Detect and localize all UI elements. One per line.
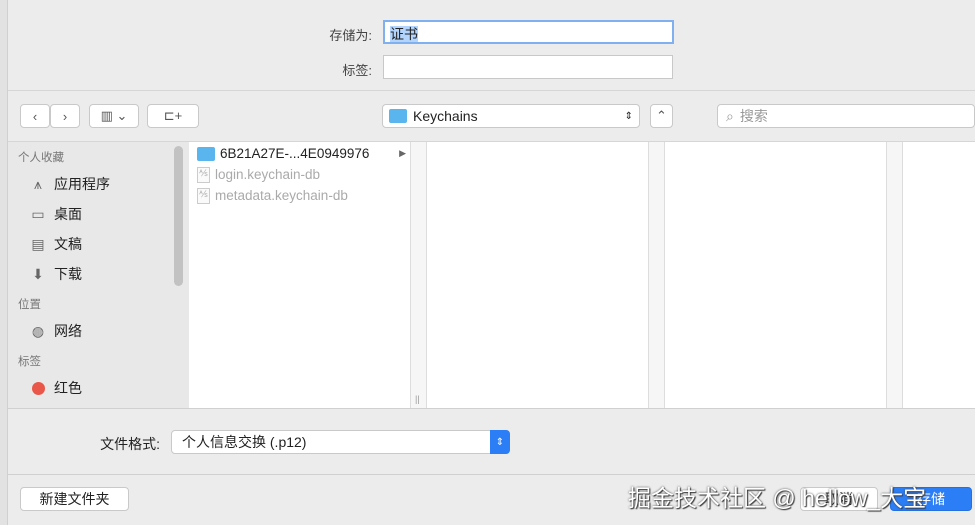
watermark: 掘金技术社区 @ hellow_大宝 [628,485,927,511]
file-name: login.keychain-db [215,167,321,182]
sidebar-item-downloads[interactable]: ⬇ 下载 [8,259,189,289]
save-as-input[interactable]: 证书 [383,20,674,44]
new-folder-button[interactable]: 新建文件夹 [20,487,129,511]
red-tag-icon [28,379,48,397]
file-name: 6B21A27E-...4E0949976 [220,146,370,161]
back-button[interactable]: ‹ [20,104,50,128]
folder-icon [197,146,215,161]
file-row[interactable]: 6B21A27E-...4E0949976 ▶ [189,143,410,164]
format-label: 文件格式: [100,436,160,452]
keychain-file-icon: ⅍ [197,187,210,204]
file-row: ⅍ metadata.keychain-db [189,185,410,206]
columns-icon: ▥ ⌄ [100,108,128,123]
file-name: metadata.keychain-db [215,188,348,203]
desktop-icon: ▭ [31,205,45,222]
save-as-label: 存储为: [329,28,372,43]
sidebar: 个人收藏 ⩚ 应用程序 ▭ 桌面 ▤ 文稿 ⬇ 下载 位置 ◍ 网络 标签 红色 [8,142,189,408]
sidebar-scrollbar[interactable] [174,146,183,286]
search-icon: ⌕ [726,107,734,124]
divider [8,90,975,91]
keychain-file-icon: ⅍ [197,166,210,183]
search-input[interactable]: ⌕ 搜索 [717,104,975,128]
divider [8,408,975,409]
forward-button[interactable]: › [50,104,80,128]
sidebar-item-applications[interactable]: ⩚ 应用程序 [8,169,189,199]
sidebar-item-label: 桌面 [54,206,82,222]
apps-icon: ⩚ [34,175,42,192]
sidebar-item-desktop[interactable]: ▭ 桌面 [8,199,189,229]
column-4 [903,142,975,408]
search-placeholder: 搜索 [739,108,768,124]
sidebar-item-label: 红色 [54,380,82,396]
location-label: Keychains [413,108,478,124]
column-resize-handle[interactable] [649,142,665,408]
sidebar-section-tags: 标签 [18,356,41,368]
column-resize-handle[interactable]: || [411,142,427,408]
column-resize-handle[interactable] [887,142,903,408]
tags-input[interactable] [383,55,673,79]
location-popup[interactable]: Keychains ⇕ [382,104,640,128]
column-1: 6B21A27E-...4E0949976 ▶ ⅍ login.keychain-d… [189,142,411,408]
new-folder-icon-button[interactable]: ⊏+ [147,104,199,128]
column-3 [665,142,887,408]
sidebar-item-label: 应用程序 [54,176,110,192]
divider [8,474,975,475]
updown-icon: ⇕ [624,110,633,122]
sidebar-section-favorites: 个人收藏 [18,152,64,164]
sidebar-item-label: 文稿 [54,236,82,252]
sidebar-item-network[interactable]: ◍ 网络 [8,316,189,346]
folder-icon [389,109,407,123]
downloads-icon: ⬇ [32,265,44,282]
sidebar-item-documents[interactable]: ▤ 文稿 [8,229,189,259]
new-folder-icon: ⊏+ [163,108,183,123]
collapse-button[interactable]: ⌃ [650,104,673,128]
updown-icon: ⇕ [490,430,510,454]
disclosure-arrow-icon: ▶ [399,148,406,158]
network-icon: ◍ [31,322,45,339]
format-value: 个人信息交换 (.p12) [182,434,307,450]
column-2 [427,142,649,408]
chevron-up-icon: ⌃ [656,108,667,123]
sidebar-item-label: 网络 [54,323,82,339]
sidebar-item-red[interactable]: 红色 [8,373,189,403]
file-row: ⅍ login.keychain-db [189,164,410,185]
view-mode-button[interactable]: ▥ ⌄ [89,104,139,128]
sidebar-item-label: 下载 [54,266,82,282]
format-select[interactable]: 个人信息交换 (.p12) ⇕ [171,430,510,454]
documents-icon: ▤ [31,235,45,252]
window-edge [0,0,8,525]
save-as-value: 证书 [390,26,418,42]
sidebar-section-locations: 位置 [18,299,41,311]
tags-label: 标签: [342,63,372,78]
